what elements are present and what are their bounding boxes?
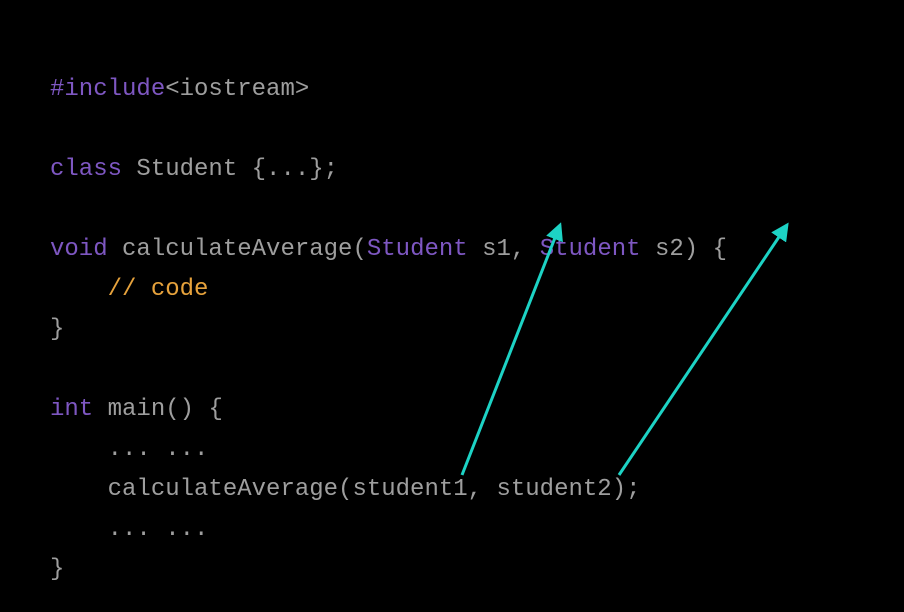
function-name: calculateAverage [122, 236, 352, 263]
param-name-1: s1 [482, 236, 511, 263]
space [122, 156, 136, 183]
indent [50, 436, 108, 463]
include-keyword: #include [50, 76, 165, 103]
ellipsis: ... ... [108, 516, 209, 543]
paren-open: ( [352, 236, 366, 263]
indent [50, 276, 108, 303]
line-3: class Student {...}; [50, 156, 338, 183]
space [468, 236, 482, 263]
param-type-1: Student [367, 236, 468, 263]
paren-close-brace: ) { [684, 236, 727, 263]
param-type-2: Student [540, 236, 641, 263]
indent [50, 516, 108, 543]
line-11: calculateAverage(student1, student2); [50, 476, 641, 503]
function-call: calculateAverage(student1, student2); [108, 476, 641, 503]
line-12: ... ... [50, 516, 208, 543]
indent [50, 476, 108, 503]
line-6: // code [50, 276, 208, 303]
main-parens-brace: () { [165, 396, 223, 423]
line-7-brace: } [50, 316, 64, 343]
line-13-brace: } [50, 556, 64, 583]
ellipsis: ... ... [108, 436, 209, 463]
main-name: main [108, 396, 166, 423]
param-name-2: s2 [655, 236, 684, 263]
line-9: int main() { [50, 396, 223, 423]
code-block: #include<iostream> class Student {...}; … [50, 30, 727, 590]
comment: // code [108, 276, 209, 303]
space [641, 236, 655, 263]
void-keyword: void [50, 236, 108, 263]
class-name: Student [136, 156, 237, 183]
class-keyword: class [50, 156, 122, 183]
line-10: ... ... [50, 436, 208, 463]
header-name: <iostream> [165, 76, 309, 103]
line-5: void calculateAverage(Student s1, Studen… [50, 236, 727, 263]
class-body-punct: {...}; [237, 156, 338, 183]
space [108, 236, 122, 263]
space [93, 396, 107, 423]
line-1: #include<iostream> [50, 76, 309, 103]
comma: , [511, 236, 540, 263]
int-keyword: int [50, 396, 93, 423]
